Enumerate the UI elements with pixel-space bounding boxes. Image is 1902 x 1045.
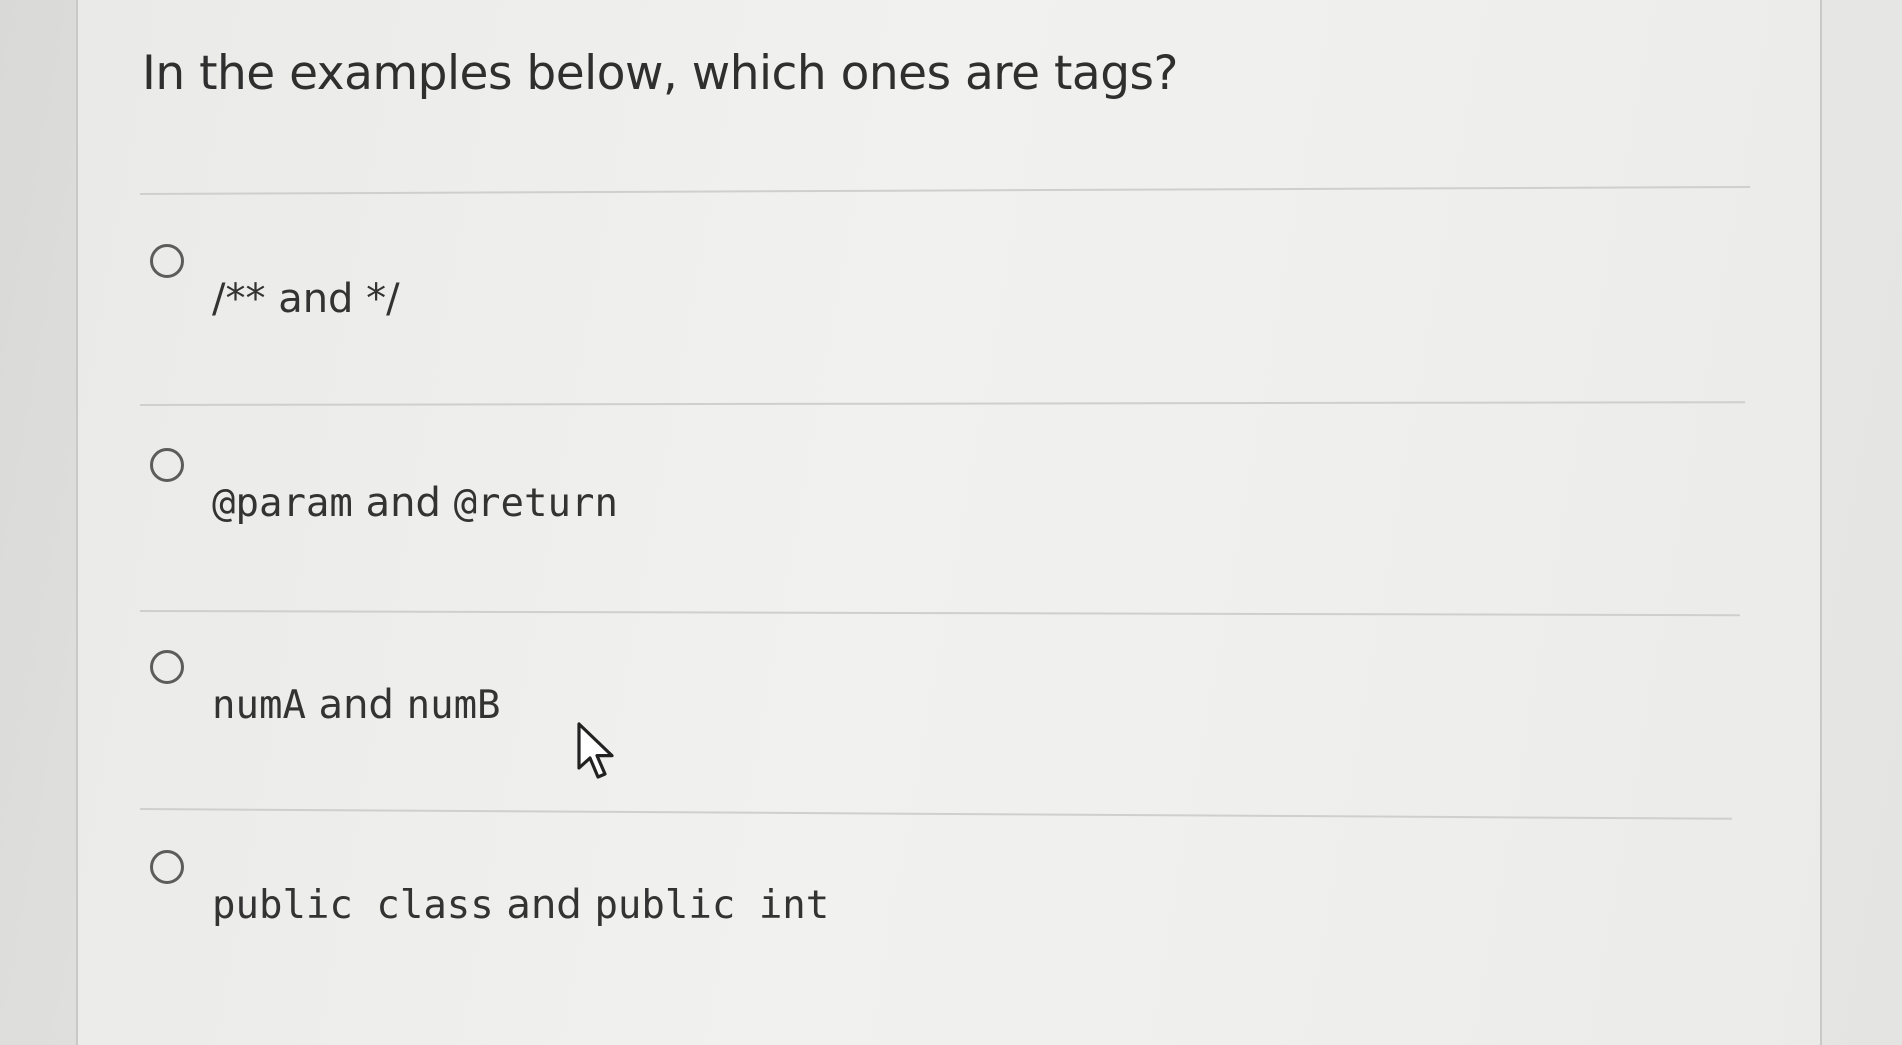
divider bbox=[139, 185, 1750, 195]
answer-option-1[interactable]: /** and */ bbox=[150, 244, 1770, 374]
radio-unselected-icon[interactable] bbox=[150, 850, 184, 884]
answer-option-4[interactable]: public class and public int bbox=[150, 850, 1770, 980]
answer-option-code: numA bbox=[212, 683, 306, 728]
divider bbox=[139, 808, 1732, 820]
answer-option-code: public int bbox=[594, 883, 830, 928]
answer-option-code: @param bbox=[212, 481, 353, 526]
answer-option-text: /** and */ bbox=[212, 276, 400, 322]
answer-option-label: numA and numB bbox=[212, 682, 501, 728]
answer-option-code: numB bbox=[406, 683, 501, 728]
answer-option-text: and bbox=[352, 480, 454, 526]
answer-option-3[interactable]: numA and numB bbox=[150, 650, 1770, 780]
answer-option-text: and bbox=[493, 882, 595, 928]
quiz-page: In the examples below, which ones are ta… bbox=[0, 0, 1902, 1045]
answer-option-code: public class bbox=[212, 883, 494, 928]
answer-option-code: @return bbox=[453, 481, 618, 526]
question-card: In the examples below, which ones are ta… bbox=[76, 0, 1822, 1045]
answer-option-label: /** and */ bbox=[212, 276, 400, 322]
divider bbox=[139, 401, 1745, 406]
mouse-pointer-icon bbox=[577, 722, 614, 779]
radio-unselected-icon[interactable] bbox=[150, 650, 184, 684]
radio-unselected-icon[interactable] bbox=[150, 448, 184, 482]
radio-unselected-icon[interactable] bbox=[150, 244, 184, 278]
question-text: In the examples below, which ones are ta… bbox=[142, 46, 1178, 101]
answer-option-label: public class and public int bbox=[212, 882, 829, 928]
answer-option-text: and bbox=[305, 682, 407, 728]
answer-option-label: @param and @return bbox=[212, 480, 618, 526]
divider bbox=[139, 610, 1740, 617]
answer-option-2[interactable]: @param and @return bbox=[150, 448, 1770, 578]
